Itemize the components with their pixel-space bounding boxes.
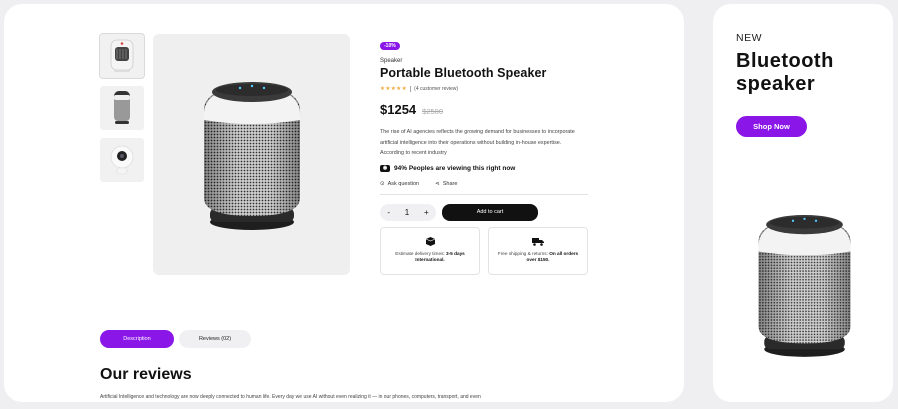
- divider-line: [380, 193, 588, 195]
- reviews-text: Artificial Intelligence and technology a…: [100, 394, 481, 400]
- review-count[interactable]: (4 customer review): [414, 86, 458, 92]
- speaker-image: [758, 215, 851, 357]
- cart-row: - 1 + Add to cart: [380, 203, 590, 221]
- current-price: $1254: [380, 102, 417, 117]
- promo-speaker-image: [747, 201, 862, 374]
- thumbnail-heater[interactable]: [99, 33, 145, 79]
- product-title: Portable Bluetooth Speaker: [380, 66, 547, 80]
- shipping-info: Free shipping & returns: On all orders o…: [488, 226, 588, 275]
- delivery-text: Estimate delivery times:: [395, 250, 447, 256]
- divider: [410, 86, 412, 92]
- speaker-image: [203, 81, 300, 230]
- product-info: -10% Speaker Portable Bluetooth Speaker …: [380, 34, 590, 275]
- tab-reviews[interactable]: Reviews (02): [179, 330, 251, 348]
- rating-row: ★★★★★ (4 customer review): [380, 86, 590, 92]
- discount-badge: -10%: [380, 42, 400, 50]
- decrement-button[interactable]: -: [387, 208, 390, 217]
- shop-now-button[interactable]: Shop Now: [736, 116, 807, 137]
- box-icon: [425, 237, 436, 247]
- speaker-thumb-image: [114, 91, 130, 124]
- shipping-text: Free shipping & returns:: [497, 250, 550, 256]
- delivery-info: Estimate delivery times: 3-5 days Intern…: [380, 226, 480, 275]
- tab-description[interactable]: Description: [100, 330, 174, 348]
- action-links: ⊙ Ask question ⋖ Share: [380, 181, 590, 187]
- question-icon: ⊙: [380, 180, 385, 187]
- promo-new-label: NEW: [736, 32, 762, 44]
- add-to-cart-button[interactable]: Add to cart: [442, 203, 538, 221]
- heater-image: [110, 39, 134, 72]
- share-icon: ⋖: [435, 180, 440, 187]
- promo-title: Bluetooth speaker: [736, 50, 834, 96]
- promo-title-line1: Bluetooth: [736, 50, 834, 72]
- eye-icon: ◉: [380, 164, 390, 172]
- reviews-heading: Our reviews: [100, 366, 192, 383]
- viewing-text: 94% Peoples are viewing this right now: [394, 164, 516, 172]
- old-price: $2500: [422, 107, 444, 116]
- product-main-image: [153, 34, 350, 275]
- product-description: The rise of AI agencies reflects the gro…: [380, 129, 575, 156]
- quantity-stepper[interactable]: - 1 +: [380, 203, 436, 221]
- info-boxes: Estimate delivery times: 3-5 days Intern…: [380, 226, 590, 275]
- thumbnail-camera[interactable]: [100, 138, 144, 182]
- ask-question-label: Ask question: [387, 180, 420, 187]
- product-card: -10% Speaker Portable Bluetooth Speaker …: [4, 4, 684, 402]
- share-label: Share: [442, 180, 458, 187]
- truck-icon: [532, 237, 544, 247]
- ask-question-link[interactable]: ⊙ Ask question: [380, 181, 419, 187]
- viewing-notice: ◉ 94% Peoples are viewing this right now: [380, 164, 590, 172]
- thumbnail-speaker[interactable]: [100, 86, 144, 130]
- increment-button[interactable]: +: [424, 208, 429, 217]
- promo-card: NEW Bluetooth speaker Shop Now: [713, 4, 893, 402]
- share-link[interactable]: ⋖ Share: [435, 181, 457, 187]
- camera-image: [110, 145, 134, 175]
- product-category: Speaker: [380, 58, 403, 64]
- star-rating-icon: ★★★★★: [380, 86, 408, 92]
- promo-title-line2: speaker: [736, 73, 816, 95]
- price-row: $1254 $2500: [380, 102, 590, 117]
- quantity-value[interactable]: 1: [405, 208, 409, 217]
